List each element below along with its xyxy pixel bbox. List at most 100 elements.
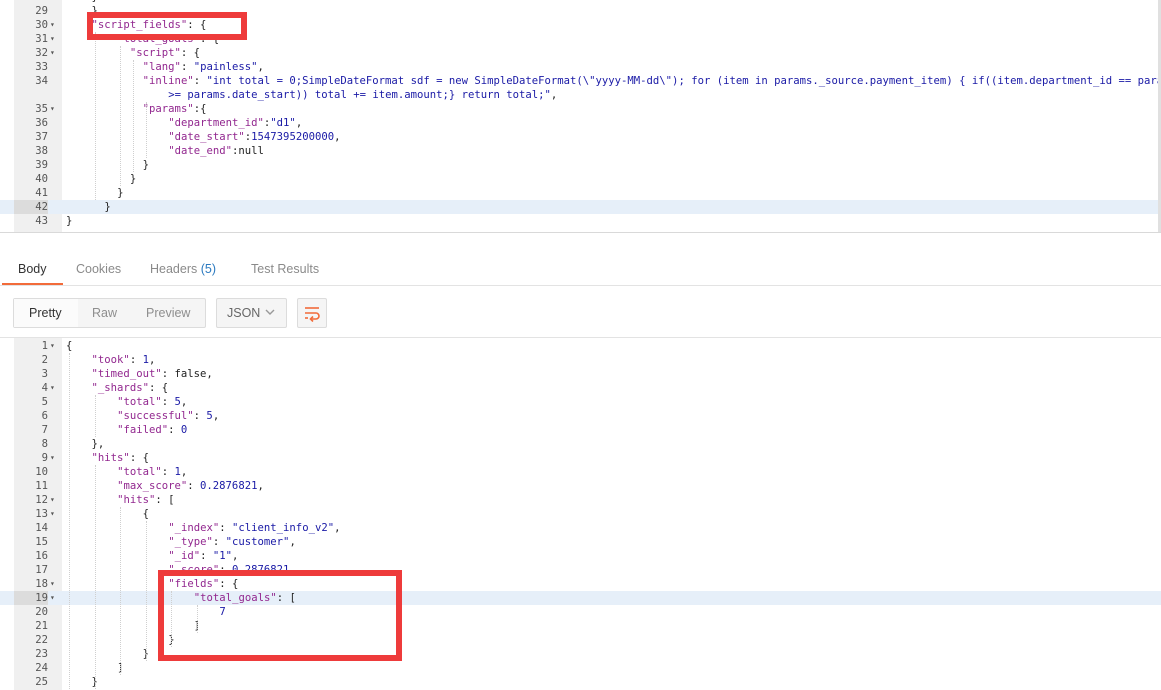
code-line: 32 ▾ "script": { xyxy=(0,46,1161,60)
json-punct: :null xyxy=(232,145,264,157)
json-punct: , xyxy=(148,354,156,366)
code-line: 24] xyxy=(0,661,1161,675)
json-punct: : false, xyxy=(161,368,213,380)
code-text: } xyxy=(104,200,110,214)
line-number: 35 xyxy=(35,103,48,115)
json-punct: } xyxy=(142,159,150,171)
line-number: 37 xyxy=(35,131,48,143)
line-number: 15 xyxy=(35,536,48,548)
json-key: "_type" xyxy=(168,536,213,548)
json-value: "int total = 0;SimpleDateFormat sdf = ne… xyxy=(206,75,1161,87)
json-punct: : xyxy=(161,396,175,408)
line-number: 23 xyxy=(35,648,48,660)
wrap-lines-button[interactable] xyxy=(297,298,327,328)
code-line: 4 ▾ "_shards": { xyxy=(0,381,1161,395)
indent-guide xyxy=(94,32,96,200)
json-punct: , xyxy=(550,89,558,101)
json-punct: : xyxy=(168,424,181,436)
fold-toggle-icon[interactable]: ▾ xyxy=(50,381,60,395)
json-key: "inline" xyxy=(142,75,194,87)
json-key: "hits" xyxy=(117,494,156,506)
code-line: 38 "date_end":null xyxy=(0,144,1161,158)
fold-toggle-icon[interactable]: ▾ xyxy=(50,451,60,465)
code-line: 41} xyxy=(0,186,1161,200)
code-line: 43} xyxy=(0,214,1161,228)
code-text: "date_end":null xyxy=(168,144,264,158)
code-line: 40} xyxy=(0,172,1161,186)
code-line: 25} xyxy=(0,675,1161,689)
wrap-lines-icon xyxy=(305,307,320,322)
json-key: "hits" xyxy=(91,452,130,464)
raw-button[interactable]: Raw xyxy=(92,299,132,327)
tab-headers[interactable]: Headers (5) xyxy=(150,254,216,286)
tab-body[interactable]: Body xyxy=(2,254,62,286)
code-line: 7 "failed": 0 xyxy=(0,423,1161,437)
code-line: 3 "timed_out": false, xyxy=(0,367,1161,381)
tab-cookies[interactable]: Cookies xyxy=(76,254,121,286)
json-punct: , xyxy=(257,61,264,73)
indent-guide xyxy=(120,46,122,186)
code-line: 11 "max_score": 0.2876821, xyxy=(0,479,1161,493)
indent-guide xyxy=(69,353,70,689)
line-number: 7 xyxy=(41,424,48,436)
json-punct: { xyxy=(66,340,73,352)
code-text: "total": 1, xyxy=(117,465,187,479)
json-punct: } xyxy=(104,201,111,213)
preview-button[interactable]: Preview xyxy=(146,299,204,327)
code-text: "max_score": 0.2876821, xyxy=(117,479,264,493)
code-text: } xyxy=(117,186,123,200)
line-number: 9 xyxy=(41,452,48,464)
editor-divider xyxy=(0,232,1161,233)
line-number: 20 xyxy=(35,606,48,618)
json-value: "d1" xyxy=(270,117,296,129)
code-line: 16 "_id": "1", xyxy=(0,549,1161,563)
json-key: "_index" xyxy=(168,522,220,534)
fold-toggle-icon[interactable]: ▾ xyxy=(50,46,60,60)
code-text: }, xyxy=(92,437,105,451)
json-punct: : { xyxy=(129,452,149,464)
json-punct: : { xyxy=(148,382,169,394)
json-value: 0.2876821 xyxy=(200,480,258,492)
line-number: 1 xyxy=(41,340,48,352)
json-punct: : xyxy=(193,410,207,422)
line-number: 22 xyxy=(35,634,48,646)
indent-guide xyxy=(132,60,134,172)
script-fields-highlight-box xyxy=(87,12,247,40)
fold-toggle-icon[interactable]: ▾ xyxy=(50,591,60,605)
json-punct: , xyxy=(334,131,341,143)
json-value: "painless" xyxy=(193,61,258,73)
tab-test-results[interactable]: Test Results xyxy=(251,254,319,286)
code-text: "took": 1, xyxy=(92,353,156,367)
json-punct: : xyxy=(180,61,194,73)
fold-toggle-icon[interactable]: ▾ xyxy=(50,507,60,521)
code-text: } xyxy=(130,172,136,186)
line-number: 43 xyxy=(35,215,48,227)
fold-toggle-icon[interactable]: ▾ xyxy=(50,18,60,32)
fold-toggle-icon[interactable]: ▾ xyxy=(50,102,60,116)
code-line: 8}, xyxy=(0,437,1161,451)
tab-cookies-label: Cookies xyxy=(76,262,122,276)
indent-guide xyxy=(120,507,122,675)
fold-toggle-icon[interactable]: ▾ xyxy=(50,577,60,591)
format-select[interactable]: JSON xyxy=(216,298,287,328)
json-punct: : { xyxy=(180,47,201,59)
json-punct: { xyxy=(142,508,150,520)
code-line: 10 "total": 1, xyxy=(0,465,1161,479)
json-punct: , xyxy=(257,480,264,492)
json-punct: , xyxy=(289,536,296,548)
code-text: "date_start":1547395200000, xyxy=(168,130,340,144)
code-text: "_shards": { xyxy=(92,381,169,395)
code-text: "_index": "client_info_v2", xyxy=(168,521,340,535)
json-key: "total" xyxy=(117,396,162,408)
code-text: "total": 5, xyxy=(117,395,187,409)
indent-guide xyxy=(145,521,147,661)
json-key: "timed_out" xyxy=(91,368,162,380)
line-number: 38 xyxy=(35,145,48,157)
code-line: 42} xyxy=(0,200,1161,214)
pretty-button[interactable]: Pretty xyxy=(14,299,78,327)
json-key: "date_end" xyxy=(168,145,233,157)
fold-toggle-icon[interactable]: ▾ xyxy=(50,493,60,507)
fold-toggle-icon[interactable]: ▾ xyxy=(50,32,60,46)
json-punct: , xyxy=(295,117,303,129)
fold-toggle-icon[interactable]: ▾ xyxy=(50,339,60,353)
